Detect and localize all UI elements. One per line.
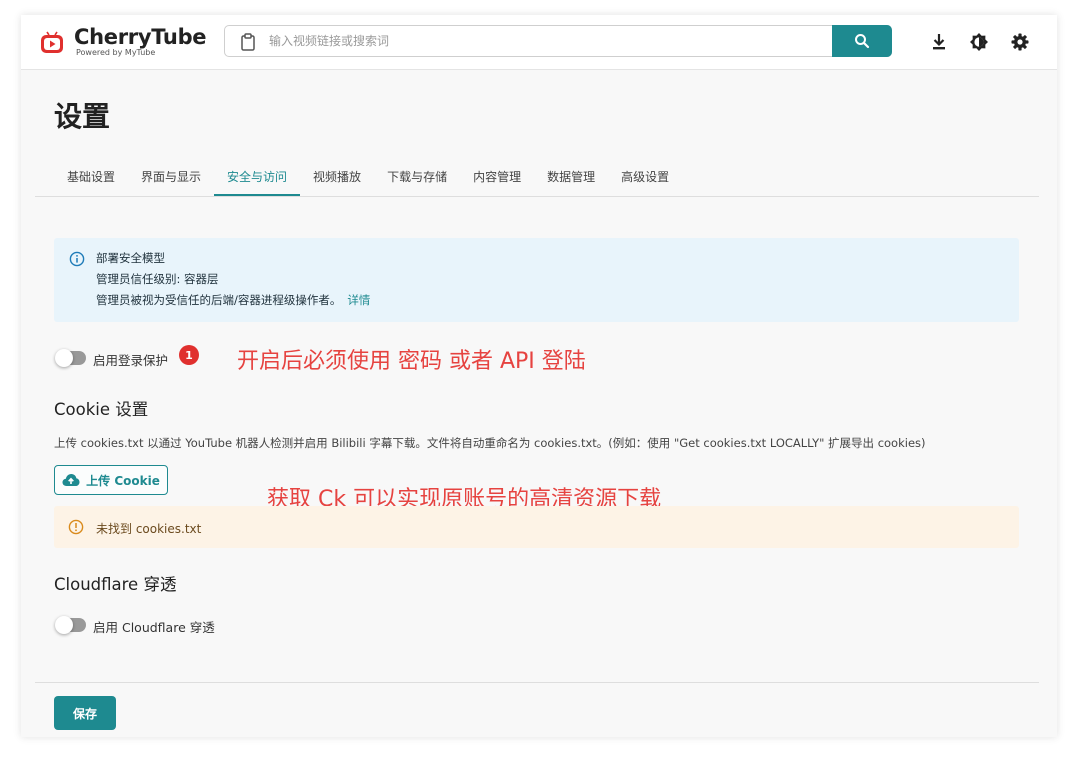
search-button[interactable] xyxy=(832,25,892,57)
cookie-section-title: Cookie 设置 xyxy=(54,400,149,419)
search-bar xyxy=(224,25,892,57)
tab-content[interactable]: 内容管理 xyxy=(460,162,534,196)
download-button[interactable] xyxy=(928,31,950,53)
info-circle-icon xyxy=(69,251,85,267)
login-protection-toggle[interactable] xyxy=(55,349,86,367)
tab-advanced[interactable]: 高级设置 xyxy=(608,162,682,196)
settings-tabs: 基础设置 界面与显示 安全与访问 视频播放 下载与存储 内容管理 数据管理 高级… xyxy=(54,162,682,197)
tab-download-storage[interactable]: 下载与存储 xyxy=(374,162,460,196)
settings-button[interactable] xyxy=(1009,31,1031,53)
top-bar: CherryTube Powered by MyTube xyxy=(21,15,1057,70)
app-logo[interactable]: CherryTube Powered by MyTube xyxy=(40,25,220,65)
cloudflare-toggle[interactable] xyxy=(55,616,86,634)
tab-interface[interactable]: 界面与显示 xyxy=(128,162,214,196)
clipboard-icon[interactable] xyxy=(240,33,256,51)
upload-cookie-label: 上传 Cookie xyxy=(86,473,160,488)
tab-basic[interactable]: 基础设置 xyxy=(54,162,128,196)
info-trust-level: 管理员信任级别: 容器层 xyxy=(96,272,219,286)
page-title: 设置 xyxy=(54,100,111,133)
app-subtitle: Powered by MyTube xyxy=(76,48,156,57)
save-button[interactable]: 保存 xyxy=(54,696,116,730)
security-info-alert: 部署安全模型 管理员信任级别: 容器层 管理员被视为受信任的后端/容器进程级操作… xyxy=(54,238,1019,322)
details-link[interactable]: 详情 xyxy=(347,293,370,307)
download-icon xyxy=(933,34,945,50)
info-title: 部署安全模型 xyxy=(96,251,165,265)
cloudflare-section-title: Cloudflare 穿透 xyxy=(54,575,177,594)
cookie-warning-alert: 未找到 cookies.txt xyxy=(54,506,1019,548)
upload-cookie-button[interactable]: 上传 Cookie xyxy=(54,465,168,495)
tab-video-playback[interactable]: 视频播放 xyxy=(300,162,374,196)
app-window: CherryTube Powered by MyTube 输入视频链接或搜索词 … xyxy=(21,15,1057,737)
search-input[interactable] xyxy=(269,26,829,56)
tabs-divider xyxy=(35,196,1039,197)
theme-toggle-icon xyxy=(970,33,988,51)
login-annotation: 开启后必须使用 密码 或者 API 登陆 xyxy=(237,349,586,374)
footer-divider xyxy=(35,682,1039,683)
info-description: 管理员被视为受信任的后端/容器进程级操作者。 详情 xyxy=(96,292,370,308)
tab-security[interactable]: 安全与访问 xyxy=(214,162,301,196)
cloud-upload-icon xyxy=(62,474,80,486)
annotation-badge: 1 xyxy=(179,345,199,365)
info-description-text: 管理员被视为受信任的后端/容器进程级操作者。 xyxy=(96,293,342,307)
login-protection-label: 启用登录保护 xyxy=(93,353,169,368)
cloudflare-toggle-label: 启用 Cloudflare 穿透 xyxy=(93,620,215,635)
search-icon xyxy=(855,34,870,49)
cookie-warning-text: 未找到 cookies.txt xyxy=(96,522,202,536)
gear-icon xyxy=(1011,33,1029,51)
cookie-description: 上传 cookies.txt 以通过 YouTube 机器人检测并启用 Bili… xyxy=(54,436,926,450)
tab-data[interactable]: 数据管理 xyxy=(534,162,608,196)
theme-toggle-button[interactable] xyxy=(968,31,990,53)
warning-circle-icon xyxy=(68,519,84,535)
app-name: CherryTube xyxy=(74,25,207,49)
youtube-play-icon xyxy=(41,31,63,53)
